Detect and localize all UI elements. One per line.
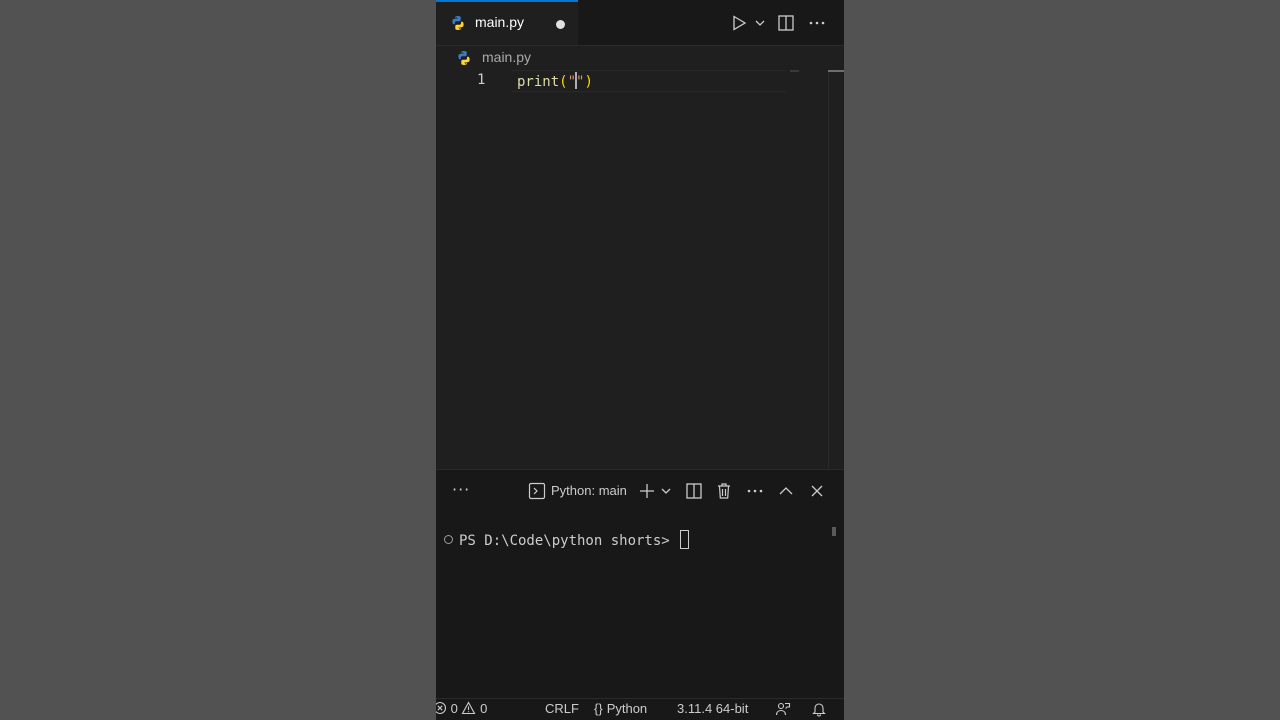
terminal-prompt-line[interactable]: PS D:\Code\python shorts> [444,530,690,549]
trash-icon[interactable] [714,481,734,501]
feedback-icon[interactable] [775,701,791,718]
code-editor[interactable]: 1 print("") [436,70,844,468]
editor-tab-bar: main.py [436,0,844,46]
chevron-up-icon[interactable] [776,481,796,501]
warning-icon [461,701,476,716]
line-number: 1 [477,72,486,88]
command-decoration-icon [444,535,453,544]
code-line[interactable]: print("") [517,72,593,90]
close-icon[interactable] [807,481,827,501]
error-icon [436,701,447,716]
terminal-tab-label: Python: main [551,483,627,498]
unsaved-dot-icon[interactable] [556,20,565,29]
terminal-panel: ··· Python: main PS D:\Code\python short… [436,469,844,699]
editor-scrollbar[interactable] [828,70,829,468]
chevron-down-icon[interactable] [660,481,672,501]
minimap-line[interactable] [790,70,799,72]
python-file-icon [450,15,466,35]
python-interpreter[interactable]: 3.11.4 64-bit [677,701,748,716]
run-icon[interactable] [729,13,749,33]
plus-icon[interactable] [637,481,657,501]
vscode-window: main.py main.py 1 print("") ··· Python: … [436,0,844,720]
problems-indicator[interactable]: 0 0 [436,701,487,716]
tab-label: main.py [475,14,525,30]
code-token-paren-open: ( [559,74,568,90]
panel-more-button[interactable]: ··· [452,480,470,499]
bell-icon[interactable] [811,701,827,718]
chevron-down-icon[interactable] [754,13,766,33]
code-token-function: print [517,74,560,90]
terminal-cursor [680,530,690,549]
terminal-icon [528,482,546,504]
language-label: Python [606,701,648,716]
terminal-scrollbar[interactable] [832,527,836,536]
tab-main-py[interactable]: main.py [436,0,578,45]
scrollbar-thumb[interactable] [828,70,844,72]
more-actions-icon[interactable] [807,13,827,33]
error-count: 0 [450,701,458,716]
more-actions-icon[interactable] [745,481,765,501]
split-editor-icon[interactable] [776,13,796,33]
eol-indicator[interactable]: CRLF [545,701,579,716]
breadcrumb-file[interactable]: main.py [482,49,531,65]
python-file-icon [456,50,472,70]
language-mode[interactable]: {} Python [594,701,647,716]
split-terminal-icon[interactable] [684,481,704,501]
warning-count: 0 [480,701,488,716]
braces-icon: {} [594,701,603,716]
status-bar: 0 0 CRLF {} Python 3.11.4 64-bit [436,698,844,720]
terminal-prompt: PS D:\Code\python shorts> [459,533,679,549]
code-token-paren-close: ) [584,74,593,90]
